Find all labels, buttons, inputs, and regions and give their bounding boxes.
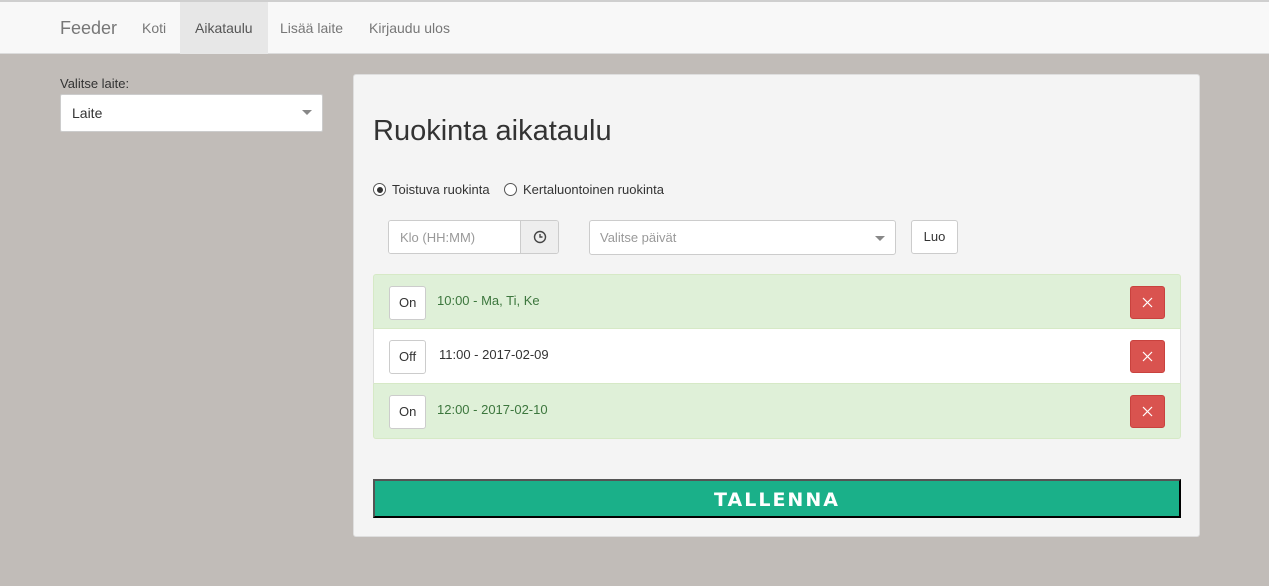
page-title: Ruokinta aikataulu [373,115,612,147]
nav-item-kirjaudu-ulos[interactable]: Kirjaudu ulos [354,2,465,54]
close-icon [1142,297,1153,308]
schedule-list: On 10:00 - Ma, Ti, Ke Off 11:00 - 2017-0… [373,274,1181,439]
radio-one-time-feeding[interactable]: Kertaluontoinen ruokinta [504,182,664,198]
nav-item-koti[interactable]: Koti [127,2,181,54]
schedule-row: On 12:00 - 2017-02-10 [373,384,1181,439]
toggle-button[interactable]: On [389,286,427,320]
delete-button[interactable] [1130,340,1165,373]
brand-logo[interactable]: Feeder [60,2,117,54]
schedule-text: 10:00 - Ma, Ti, Ke [437,293,540,308]
radio-recurring-feeding[interactable]: Toistuva ruokinta [373,182,490,198]
schedule-text: 12:00 - 2017-02-10 [437,402,548,417]
device-select-value: Laite [72,105,103,121]
radio-unchecked-icon [504,183,517,197]
delete-button[interactable] [1130,395,1165,428]
close-icon [1142,351,1153,362]
nav-item-aikataulu[interactable]: Aikataulu [180,2,268,54]
top-navbar: Feeder Koti Aikataulu Lisää laite Kirjau… [0,0,1269,54]
nav-item-lisaa-laite[interactable]: Lisää laite [265,2,358,54]
radio-label: Toistuva ruokinta [392,182,490,197]
caret-down-icon [302,110,312,115]
create-button[interactable]: Luo [911,220,958,254]
device-select[interactable]: Laite [60,94,323,132]
toggle-button[interactable]: Off [389,340,427,374]
schedule-panel: Ruokinta aikataulu Toistuva ruokinta Ker… [353,74,1200,537]
toggle-button[interactable]: On [389,395,427,429]
days-select-placeholder: Valitse päivät [600,230,677,245]
radio-checked-icon [373,183,386,197]
schedule-row: Off 11:00 - 2017-02-09 [373,329,1181,384]
time-input[interactable] [389,221,520,253]
caret-down-icon [875,236,885,241]
device-select-label: Valitse laite: [60,76,130,91]
time-picker-button[interactable] [520,221,558,253]
days-select[interactable]: Valitse päivät [589,220,896,255]
clock-icon [533,230,547,244]
close-icon [1142,406,1153,417]
radio-label: Kertaluontoinen ruokinta [523,182,664,197]
schedule-text: 11:00 - 2017-02-09 [439,347,549,362]
time-input-group [388,220,559,254]
schedule-row: On 10:00 - Ma, Ti, Ke [373,274,1181,329]
save-button[interactable]: TALLENNA [373,479,1181,518]
delete-button[interactable] [1130,286,1165,319]
